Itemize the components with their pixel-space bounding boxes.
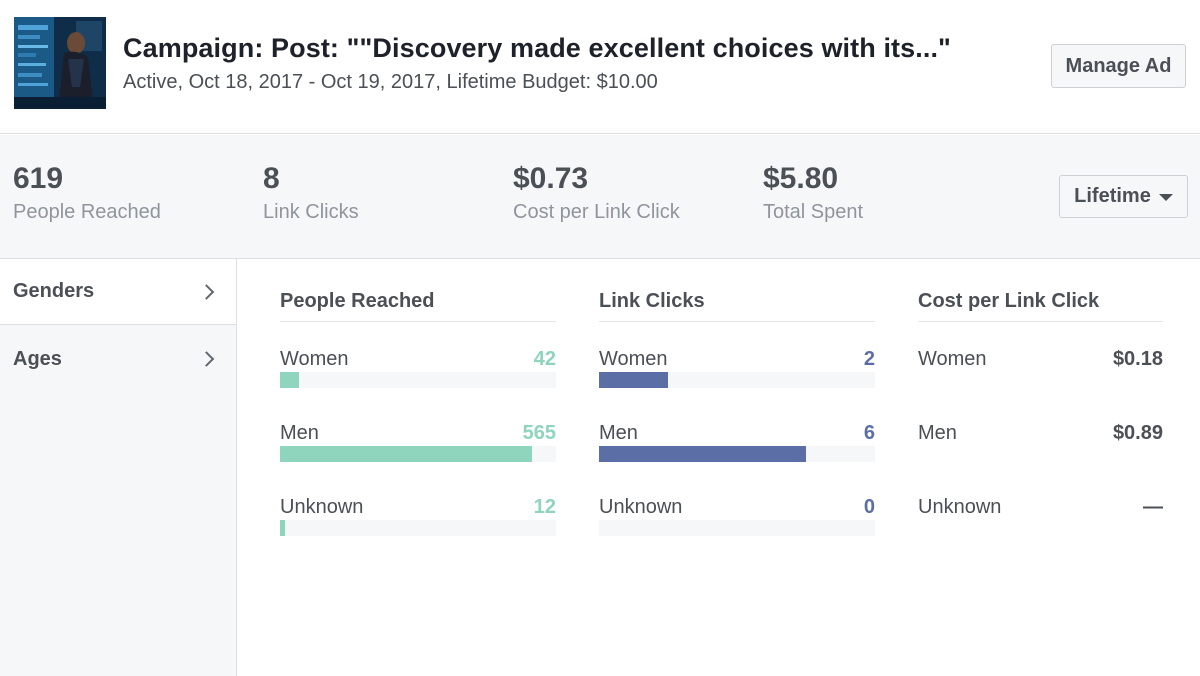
breakdown-row-unknown: Unknown 12	[280, 470, 556, 544]
stat-total-spent: $5.80 Total Spent	[763, 161, 863, 224]
row-label: Women	[599, 348, 668, 370]
cost-per-link-click-column: Cost per Link Click Women $0.18 Men $0.8…	[918, 290, 1163, 544]
ad-thumbnail[interactable]	[14, 17, 106, 109]
date-range-dropdown[interactable]: Lifetime	[1059, 175, 1188, 218]
row-value: 6	[863, 422, 875, 444]
stat-value: 8	[263, 162, 280, 195]
manage-ad-button[interactable]: Manage Ad	[1051, 44, 1186, 88]
link-clicks-men-bar	[599, 446, 806, 462]
sidebar-item-label: Ages	[13, 347, 62, 370]
link-clicks-column: Link Clicks Women 2 Men 6 Unknown 0	[599, 290, 875, 544]
stat-value: $0.73	[513, 162, 589, 195]
bar-track	[599, 446, 875, 462]
row-value: $0.18	[1112, 348, 1163, 370]
breakdown-row-men: Men 6	[599, 396, 875, 470]
stat-people-reached: 619 People Reached	[13, 161, 161, 224]
bar-track	[599, 520, 875, 536]
row-label: Men	[918, 422, 957, 444]
bar-track	[280, 520, 556, 536]
bar-track	[599, 372, 875, 388]
bar-track	[280, 372, 556, 388]
breakdown-row-unknown: Unknown —	[918, 470, 1163, 544]
breakdown-sidebar: Genders Ages	[0, 259, 237, 676]
row-value: 565	[522, 422, 556, 444]
row-value: $0.89	[1112, 422, 1163, 444]
row-label: Women	[918, 348, 987, 370]
campaign-header: Campaign: Post: ""Discovery made excelle…	[0, 0, 1200, 134]
column-title: Cost per Link Click	[918, 290, 1163, 322]
row-label: Unknown	[918, 496, 1002, 518]
stat-cost-per-link-click: $0.73 Cost per Link Click	[513, 161, 680, 224]
sidebar-item-genders[interactable]: Genders	[0, 259, 236, 325]
ad-thumbnail-image	[14, 17, 106, 109]
sidebar-item-ages[interactable]: Ages	[0, 326, 236, 392]
people-reached-column: People Reached Women 42 Men 565 Unknown …	[280, 290, 556, 544]
breakdown-row-unknown: Unknown 0	[599, 470, 875, 544]
breakdown-row-men: Men $0.89	[918, 396, 1163, 470]
breakdown-row-women: Women $0.18	[918, 322, 1163, 396]
caret-down-icon	[1158, 194, 1173, 201]
chevron-right-icon	[198, 351, 215, 367]
people-reached-unknown-bar	[280, 520, 286, 536]
bar-track	[280, 446, 556, 462]
column-title: People Reached	[280, 290, 556, 322]
row-label: Men	[599, 422, 638, 444]
breakdown-row-women: Women 42	[280, 322, 556, 396]
stat-link-clicks: 8 Link Clicks	[263, 161, 359, 224]
row-value: 0	[863, 496, 875, 518]
campaign-title: Campaign: Post: ""Discovery made excelle…	[123, 33, 951, 63]
breakdown-row-women: Women 2	[599, 322, 875, 396]
stat-label: Link Clicks	[263, 201, 359, 223]
people-reached-men-bar	[280, 446, 532, 462]
breakdown-row-men: Men 565	[280, 396, 556, 470]
campaign-status: Active, Oct 18, 2017 - Oct 19, 2017, Lif…	[123, 71, 658, 93]
stat-label: Cost per Link Click	[513, 201, 680, 223]
row-value: 12	[533, 496, 556, 518]
row-label: Men	[280, 422, 319, 444]
stat-label: People Reached	[13, 201, 161, 223]
link-clicks-women-bar	[599, 372, 668, 388]
column-title: Link Clicks	[599, 290, 875, 322]
sidebar-item-label: Genders	[13, 280, 95, 302]
summary-stats: 619 People Reached 8 Link Clicks $0.73 C…	[0, 135, 1200, 259]
row-label: Unknown	[599, 496, 683, 518]
stat-label: Total Spent	[763, 201, 864, 223]
row-value: 2	[863, 348, 875, 370]
stat-value: $5.80	[763, 162, 839, 195]
row-label: Unknown	[280, 496, 364, 518]
date-range-label: Lifetime	[1074, 185, 1151, 207]
row-value: —	[1143, 496, 1163, 518]
stat-value: 619	[13, 162, 64, 195]
row-label: Women	[280, 348, 349, 370]
chevron-right-icon	[198, 283, 215, 300]
people-reached-women-bar	[280, 372, 299, 388]
row-value: 42	[533, 348, 556, 370]
